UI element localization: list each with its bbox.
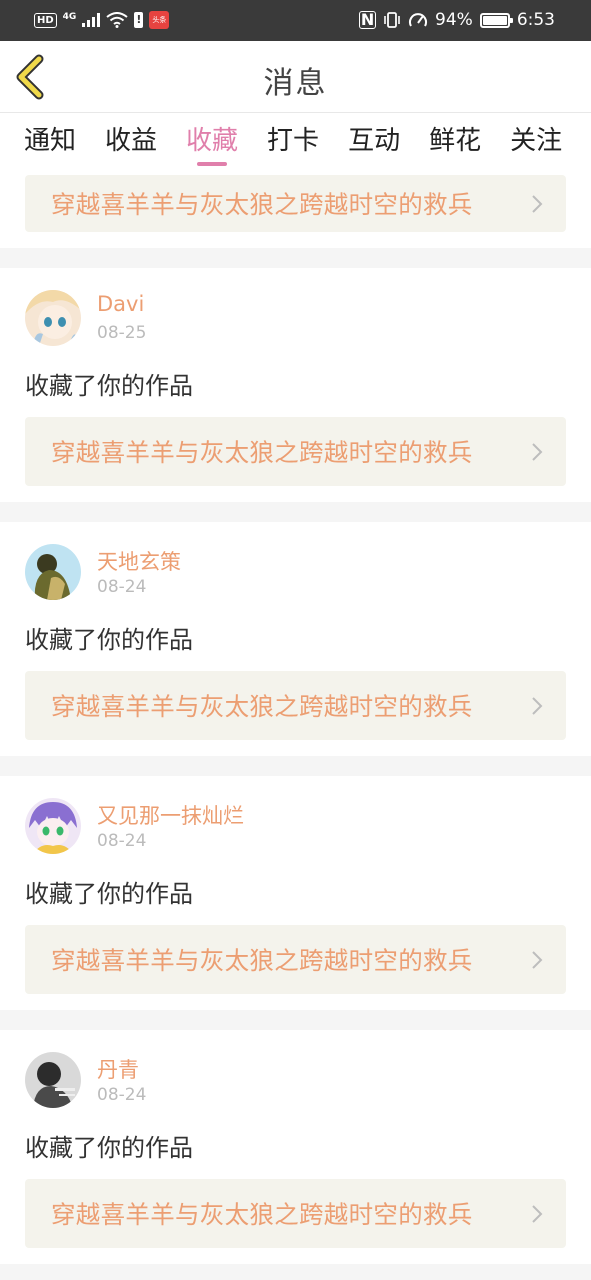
avatar[interactable] [25,290,81,346]
divider [0,248,591,268]
status-bar: HD 4G ! 头条 N 94% 6:53 [0,0,591,41]
wifi-icon [106,12,128,28]
username[interactable]: 又见那一抹灿烂 [97,800,244,830]
signal-icon [82,13,101,27]
timestamp: 08-24 [97,831,147,851]
work-title: 穿越喜羊羊与灰太狼之跨越时空的救兵 [51,190,473,219]
chevron-right-icon [532,697,543,715]
avatar[interactable] [25,798,81,854]
vibrate-icon [384,12,400,28]
work-link[interactable]: 穿越喜羊羊与灰太狼之跨越时空的救兵 [25,671,566,740]
tab-bar: 通知 收益 收藏 打卡 互动 鲜花 关注 [0,114,591,172]
alert-icon: ! [134,12,144,28]
status-left: HD 4G ! 头条 [34,9,170,31]
chevron-right-icon [532,443,543,461]
message-list[interactable]: 穿越喜羊羊与灰太狼之跨越时空的救兵 Davi 08-25 收藏了你的作品 穿越喜… [0,172,591,1280]
work-link[interactable]: 穿越喜羊羊与灰太狼之跨越时空的救兵 [25,175,566,232]
network-type: 4G [62,12,77,22]
chevron-right-icon [532,951,543,969]
tab-checkin[interactable]: 打卡 [267,114,319,172]
work-link[interactable]: 穿越喜羊羊与灰太狼之跨越时空的救兵 [25,925,566,994]
work-title: 穿越喜羊羊与灰太狼之跨越时空的救兵 [51,946,473,975]
work-title: 穿越喜羊羊与灰太狼之跨越时空的救兵 [51,1200,473,1229]
tab-follows[interactable]: 关注 [510,114,562,172]
chevron-right-icon [532,195,543,213]
username[interactable]: 天地玄策 [97,546,181,576]
tab-notifications[interactable]: 通知 [24,114,76,172]
username[interactable]: Davi [97,292,144,316]
action-text: 收藏了你的作品 [25,372,193,400]
nfc-icon: N [359,10,377,29]
action-text: 收藏了你的作品 [25,880,193,908]
speedometer-icon [409,13,428,27]
message-card: 丹青 08-24 收藏了你的作品 穿越喜羊羊与灰太狼之跨越时空的救兵 [0,1030,591,1264]
chevron-right-icon [532,1205,543,1223]
header: 消息 [0,41,591,113]
divider [0,756,591,776]
work-link[interactable]: 穿越喜羊羊与灰太狼之跨越时空的救兵 [25,1179,566,1248]
action-text: 收藏了你的作品 [25,626,193,654]
message-card: Davi 08-25 收藏了你的作品 穿越喜羊羊与灰太狼之跨越时空的救兵 [0,268,591,502]
battery-icon [479,12,513,28]
toutiao-app-icon: 头条 [149,11,170,29]
hd-icon: HD [34,12,57,28]
divider [0,1010,591,1030]
message-card: 又见那一抹灿烂 08-24 收藏了你的作品 穿越喜羊羊与灰太狼之跨越时空的救兵 [0,776,591,1010]
work-title: 穿越喜羊羊与灰太狼之跨越时空的救兵 [51,692,473,721]
page-title: 消息 [263,66,328,101]
username[interactable]: 丹青 [97,1054,139,1084]
avatar[interactable] [25,544,81,600]
divider [0,1264,591,1280]
divider [0,502,591,522]
timestamp: 08-25 [97,323,147,343]
tab-flowers[interactable]: 鲜花 [429,114,481,172]
status-right: N 94% 6:53 [359,9,555,31]
avatar[interactable] [25,1052,81,1108]
tab-favorites[interactable]: 收藏 [186,114,238,172]
timestamp: 08-24 [97,577,147,597]
message-card: 天地玄策 08-24 收藏了你的作品 穿越喜羊羊与灰太狼之跨越时空的救兵 [0,522,591,756]
work-title: 穿越喜羊羊与灰太狼之跨越时空的救兵 [51,438,473,467]
battery-percent: 94% [435,10,473,30]
timestamp: 08-24 [97,1085,147,1105]
tab-earnings[interactable]: 收益 [105,114,157,172]
action-text: 收藏了你的作品 [25,1134,193,1162]
work-link[interactable]: 穿越喜羊羊与灰太狼之跨越时空的救兵 [25,417,566,486]
clock: 6:53 [516,10,555,30]
tab-interactions[interactable]: 互动 [348,114,400,172]
